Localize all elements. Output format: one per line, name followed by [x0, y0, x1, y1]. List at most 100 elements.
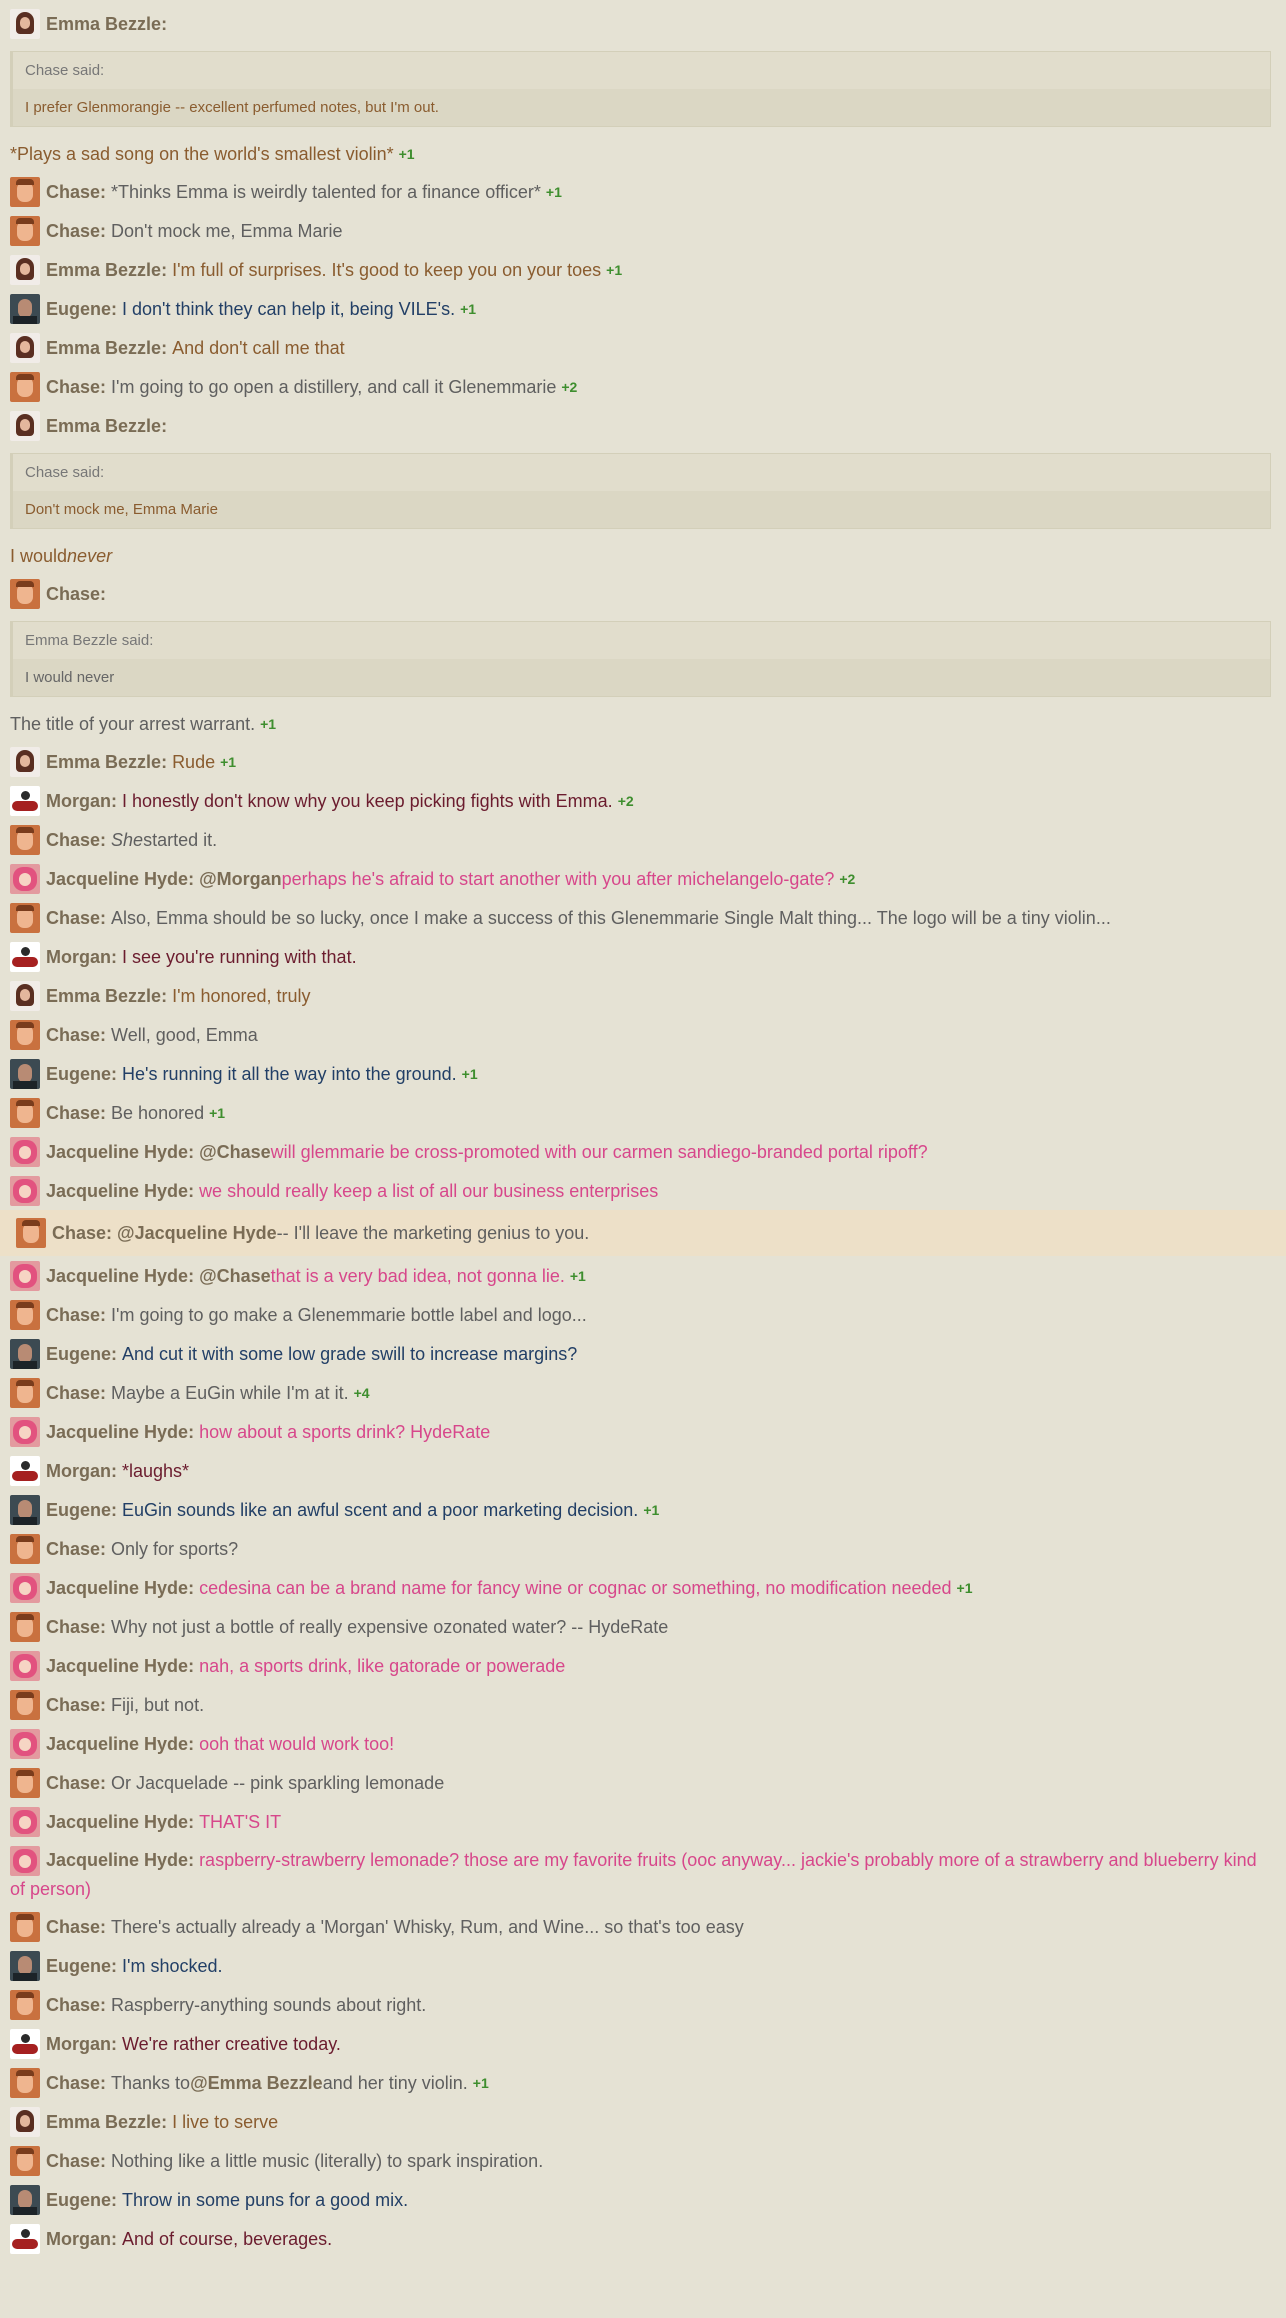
avatar[interactable] [10, 1533, 40, 1564]
avatar[interactable] [10, 1911, 40, 1942]
author-name[interactable]: Morgan [46, 788, 111, 814]
author-name[interactable]: Chase [46, 1770, 100, 1796]
avatar[interactable] [10, 1572, 40, 1603]
author-name[interactable]: Morgan [46, 944, 111, 970]
author-name[interactable]: Jacqueline Hyde [46, 1178, 188, 1204]
reaction-count[interactable]: +2 [618, 788, 634, 814]
author-name[interactable]: Emma Bezzle [46, 11, 161, 37]
avatar[interactable] [10, 293, 40, 324]
author-name[interactable]: Chase [52, 1220, 106, 1246]
author-name[interactable]: Jacqueline Hyde [46, 1139, 188, 1165]
avatar[interactable] [10, 1989, 40, 2020]
avatar[interactable] [10, 332, 40, 363]
author-name[interactable]: Jacqueline Hyde [46, 1653, 188, 1679]
avatar[interactable] [10, 215, 40, 246]
quote-attribution[interactable]: Chase said: [13, 52, 1270, 89]
author-name[interactable]: Jacqueline Hyde [46, 1575, 188, 1601]
avatar[interactable] [10, 746, 40, 777]
author-name[interactable]: Chase [46, 1536, 100, 1562]
author-name[interactable]: Chase [46, 179, 100, 205]
author-name[interactable]: Eugene [46, 1497, 111, 1523]
avatar[interactable] [10, 1650, 40, 1681]
author-name[interactable]: Emma Bezzle [46, 413, 161, 439]
reaction-count[interactable]: +1 [643, 1497, 659, 1523]
reaction-count[interactable]: +1 [209, 1100, 225, 1126]
author-name[interactable]: Jacqueline Hyde [46, 1731, 188, 1757]
user-mention[interactable]: @Chase [199, 1263, 271, 1289]
author-name[interactable]: Eugene [46, 1061, 111, 1087]
reaction-count[interactable]: +1 [570, 1263, 586, 1289]
avatar[interactable] [10, 2223, 40, 2254]
reaction-count[interactable]: +1 [546, 179, 562, 205]
avatar[interactable] [10, 1338, 40, 1369]
avatar[interactable] [10, 824, 40, 855]
author-name[interactable]: Emma Bezzle [46, 335, 161, 361]
avatar[interactable] [10, 1416, 40, 1447]
quote-attribution[interactable]: Emma Bezzle said: [13, 622, 1270, 659]
reaction-count[interactable]: +1 [399, 141, 415, 167]
author-name[interactable]: Jacqueline Hyde [46, 1809, 188, 1835]
avatar[interactable] [10, 2106, 40, 2137]
avatar[interactable] [10, 1689, 40, 1720]
author-name[interactable]: Jacqueline Hyde [46, 866, 188, 892]
user-mention[interactable]: @Chase [199, 1139, 271, 1165]
author-name[interactable]: Chase [46, 581, 100, 607]
avatar[interactable] [10, 785, 40, 816]
author-name[interactable]: Chase [46, 827, 100, 853]
author-name[interactable]: Chase [46, 1302, 100, 1328]
author-name[interactable]: Eugene [46, 296, 111, 322]
author-name[interactable]: Eugene [46, 1341, 111, 1367]
avatar[interactable] [10, 1455, 40, 1486]
reaction-count[interactable]: +1 [460, 296, 476, 322]
author-name[interactable]: Emma Bezzle [46, 2109, 161, 2135]
avatar[interactable] [10, 1494, 40, 1525]
avatar[interactable] [10, 1299, 40, 1330]
avatar[interactable] [10, 8, 40, 39]
avatar[interactable] [16, 1218, 46, 1248]
reaction-count[interactable]: +2 [839, 866, 855, 892]
avatar[interactable] [10, 1019, 40, 1050]
avatar[interactable] [10, 2028, 40, 2059]
avatar[interactable] [10, 2145, 40, 2176]
author-name[interactable]: Chase [46, 905, 100, 931]
avatar[interactable] [10, 1058, 40, 1089]
user-mention[interactable]: @Morgan [199, 866, 282, 892]
author-name[interactable]: Chase [46, 1380, 100, 1406]
avatar[interactable] [10, 254, 40, 285]
reaction-count[interactable]: +1 [220, 749, 236, 775]
avatar[interactable] [10, 1097, 40, 1128]
reaction-count[interactable]: +1 [957, 1575, 973, 1601]
author-name[interactable]: Chase [46, 1022, 100, 1048]
author-name[interactable]: Chase [46, 1914, 100, 1940]
author-name[interactable]: Eugene [46, 2187, 111, 2213]
avatar[interactable] [10, 1950, 40, 1981]
user-mention[interactable]: @Emma Bezzle [190, 2070, 323, 2096]
avatar[interactable] [10, 1611, 40, 1642]
author-name[interactable]: Chase [46, 1992, 100, 2018]
author-name[interactable]: Emma Bezzle [46, 749, 161, 775]
avatar[interactable] [10, 941, 40, 972]
reaction-count[interactable]: +2 [561, 374, 577, 400]
avatar[interactable] [10, 410, 40, 441]
author-name[interactable]: Chase [46, 2070, 100, 2096]
avatar[interactable] [10, 1377, 40, 1408]
author-name[interactable]: Chase [46, 1614, 100, 1640]
author-name[interactable]: Chase [46, 2148, 100, 2174]
avatar[interactable] [10, 1136, 40, 1167]
author-name[interactable]: Eugene [46, 1953, 111, 1979]
avatar[interactable] [10, 1767, 40, 1798]
avatar[interactable] [10, 176, 40, 207]
avatar[interactable] [10, 1846, 40, 1876]
author-name[interactable]: Morgan [46, 1458, 111, 1484]
user-mention[interactable]: @Jacqueline Hyde [117, 1220, 277, 1246]
author-name[interactable]: Chase [46, 374, 100, 400]
author-name[interactable]: Chase [46, 1100, 100, 1126]
author-name[interactable]: Jacqueline Hyde [46, 1263, 188, 1289]
author-name[interactable]: Emma Bezzle [46, 983, 161, 1009]
avatar[interactable] [10, 578, 40, 609]
reaction-count[interactable]: +1 [260, 711, 276, 737]
author-name[interactable]: Jacqueline Hyde [46, 1850, 188, 1870]
avatar[interactable] [10, 1175, 40, 1206]
avatar[interactable] [10, 1728, 40, 1759]
avatar[interactable] [10, 902, 40, 933]
